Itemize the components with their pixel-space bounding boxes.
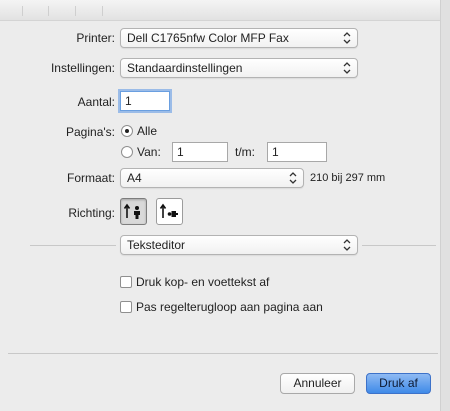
landscape-orientation-icon <box>159 203 178 218</box>
print-header-footer-label: Druk kop- en voettekst af <box>136 275 270 289</box>
section-popup[interactable]: Teksteditor <box>120 235 358 255</box>
copies-label: Aantal: <box>77 95 115 109</box>
rewrap-checkbox[interactable] <box>120 301 132 313</box>
pages-to-field[interactable]: 1 <box>267 142 327 162</box>
paper-size-label: Formaat: <box>66 171 115 185</box>
separator <box>30 245 116 246</box>
pages-range-radio[interactable] <box>121 146 133 158</box>
printer-popup[interactable]: Dell C1765nfw Color MFP Fax <box>120 28 358 48</box>
pages-to-label: t/m: <box>235 145 255 159</box>
rewrap-label: Pas regelterugloop aan pagina aan <box>136 300 323 314</box>
portrait-orientation-button[interactable] <box>120 198 147 225</box>
pages-from-label: Van: <box>137 145 161 159</box>
cancel-button[interactable]: Annuleer <box>280 373 355 394</box>
chevron-up-down-icon <box>343 62 351 74</box>
window-edge <box>440 0 450 411</box>
pages-label: Pagina's: <box>66 125 115 139</box>
ruler-tick <box>75 6 76 16</box>
landscape-orientation-button[interactable] <box>156 198 183 225</box>
paper-size-popup[interactable]: A4 <box>120 168 304 188</box>
separator <box>362 245 436 246</box>
pages-all-radio[interactable] <box>121 125 133 137</box>
ruler-tick <box>22 6 23 16</box>
copies-field[interactable]: 1 <box>120 91 170 111</box>
sheet-top-strip <box>0 0 450 21</box>
pages-from-field[interactable]: 1 <box>172 142 228 162</box>
pages-all-label: Alle <box>137 124 158 138</box>
orientation-label: Richting: <box>68 206 115 220</box>
print-button[interactable]: Druk af <box>366 373 431 394</box>
footer-separator <box>8 353 438 354</box>
presets-popup[interactable]: Standaardinstellingen <box>120 58 358 78</box>
paper-dimensions: 210 bij 297 mm <box>310 172 386 184</box>
chevron-up-down-icon <box>289 172 297 184</box>
presets-label: Instellingen: <box>50 61 115 75</box>
printer-label: Printer: <box>76 31 115 45</box>
section-value: Teksteditor <box>127 238 186 252</box>
print-header-footer-checkbox[interactable] <box>120 276 132 288</box>
chevron-up-down-icon <box>343 239 351 251</box>
presets-value: Standaardinstellingen <box>127 61 243 75</box>
ruler-tick <box>48 6 49 16</box>
printer-value: Dell C1765nfw Color MFP Fax <box>127 31 289 45</box>
ruler-tick <box>102 6 103 16</box>
paper-size-value: A4 <box>127 171 142 185</box>
portrait-orientation-icon <box>123 203 140 219</box>
chevron-up-down-icon <box>343 32 351 44</box>
